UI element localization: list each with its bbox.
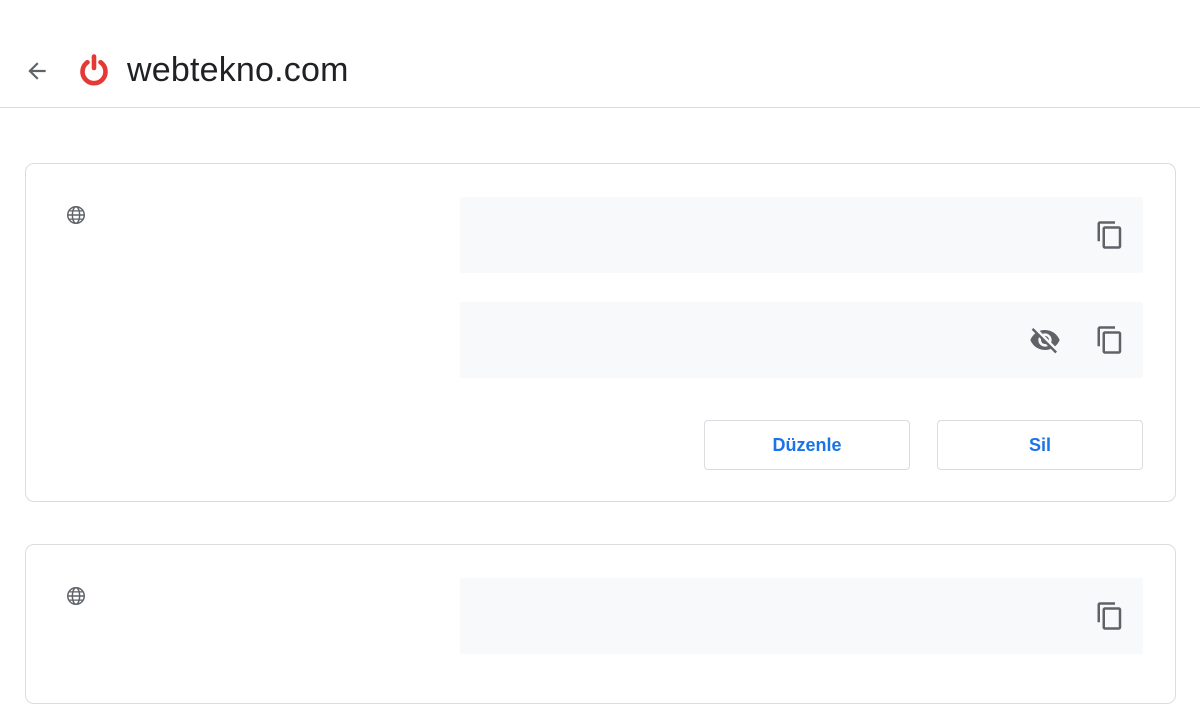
page-title: webtekno.com — [127, 51, 349, 89]
copy-password-button[interactable] — [1091, 321, 1129, 359]
globe-icon — [67, 206, 85, 224]
eye-off-icon — [1030, 328, 1060, 354]
delete-button[interactable]: Sil — [937, 420, 1143, 470]
copy-icon — [1097, 602, 1122, 630]
edit-button[interactable]: Düzenle — [704, 420, 910, 470]
username-field[interactable] — [460, 578, 1143, 654]
credential-card: Düzenle Sil — [25, 163, 1176, 502]
copy-icon — [1097, 326, 1122, 354]
arrow-left-icon — [28, 62, 46, 80]
copy-username-button[interactable] — [1091, 216, 1129, 254]
globe-icon — [67, 587, 85, 605]
back-button[interactable] — [20, 54, 54, 88]
power-icon — [80, 54, 108, 86]
copy-username-button[interactable] — [1091, 597, 1129, 635]
credential-card — [25, 544, 1176, 704]
page-header: webtekno.com — [0, 0, 1200, 108]
toggle-password-visibility-button[interactable] — [1026, 321, 1064, 359]
copy-icon — [1097, 221, 1122, 249]
password-field[interactable] — [460, 302, 1143, 378]
username-field[interactable] — [460, 197, 1143, 273]
